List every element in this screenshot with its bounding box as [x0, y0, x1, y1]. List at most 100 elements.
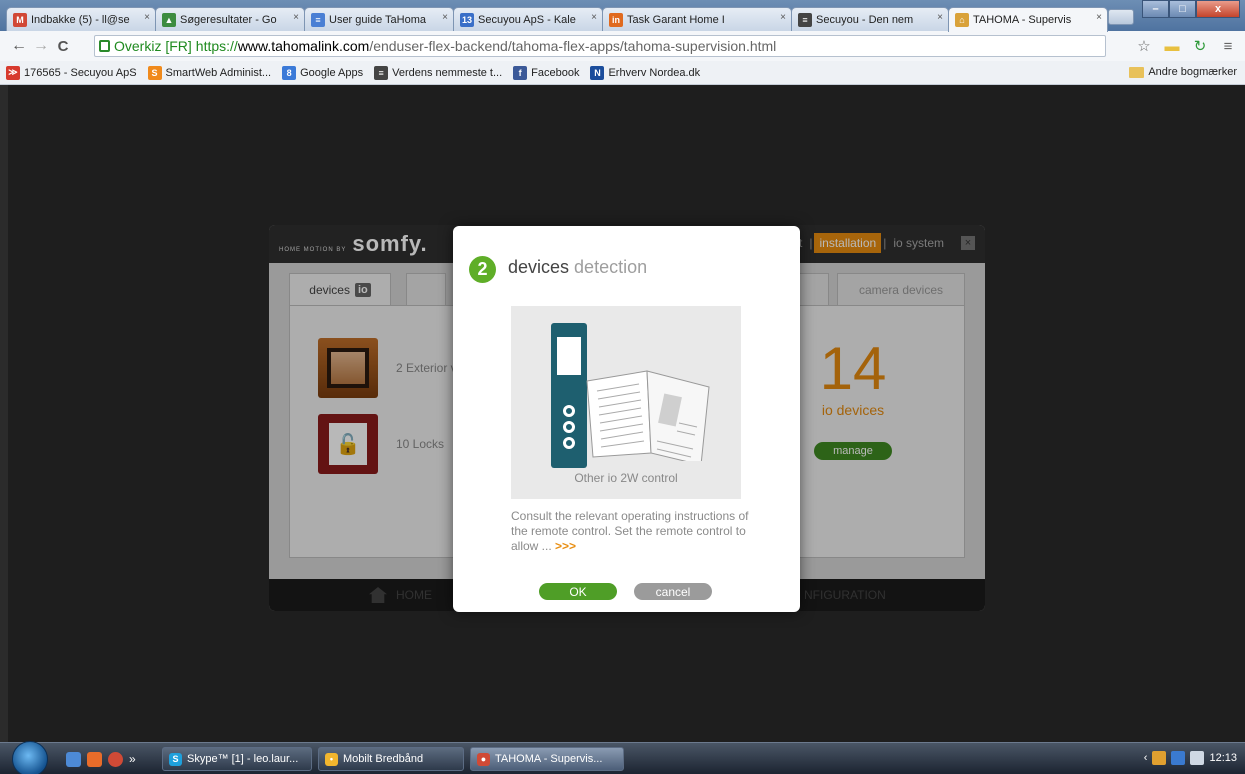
taskbar-button[interactable]: • Mobilt Bredbånd: [318, 747, 464, 771]
cancel-button[interactable]: cancel: [634, 583, 712, 600]
tab-label: Secuyou - Den nem: [816, 13, 914, 26]
close-window-button[interactable]: x: [1196, 0, 1240, 18]
bookmark-star-icon[interactable]: ☆: [1135, 37, 1153, 55]
clock[interactable]: 12:13: [1209, 752, 1237, 764]
show-desktop-icon[interactable]: [66, 752, 81, 767]
google-apps-icon: 8: [282, 65, 297, 80]
tab-label: Secuyou ApS - Kale: [478, 13, 576, 26]
calendar-icon: 13: [460, 12, 474, 27]
bookmark-item[interactable]: f Facebook: [513, 65, 580, 80]
new-tab-button[interactable]: [1108, 9, 1134, 25]
bookmark-item[interactable]: ≫ 176565 - Secuyou ApS: [6, 65, 137, 80]
tab-label: User guide TaHoma: [329, 13, 427, 26]
tray-network-icon[interactable]: [1152, 751, 1167, 765]
tab-close-icon[interactable]: ×: [780, 12, 786, 23]
windows-taskbar: » S Skype™ [1] - leo.laur... • Mobilt Bredb…: [0, 741, 1245, 774]
extension-icon[interactable]: ▬: [1163, 37, 1181, 55]
dialog-instructions: Consult the relevant operating instructi…: [511, 509, 751, 554]
system-tray: ‹ 12:13: [1144, 751, 1237, 765]
bookmarks-bar: ≫ 176565 - Secuyou ApS S SmartWeb Administ.…: [0, 61, 1245, 85]
tab-close-icon[interactable]: ×: [144, 12, 150, 23]
url-scheme: https://: [195, 38, 238, 54]
taskbar-label: Skype™ [1] - leo.laur...: [187, 753, 299, 765]
browser-tab[interactable]: 13 Secuyou ApS - Kale ×: [453, 7, 603, 31]
browser-tab[interactable]: ≡ User guide TaHoma ×: [304, 7, 454, 31]
minimize-button[interactable]: –: [1142, 0, 1169, 18]
browser-tab[interactable]: ▲ Søgeresultater - Go ×: [155, 7, 305, 31]
tab-label: Indbakke (5) - ll@se: [31, 13, 130, 26]
maximize-button[interactable]: □: [1169, 0, 1196, 18]
browser-toolbar: ← → C Overkiz [FR] https://www.tahomalin…: [0, 31, 1245, 61]
back-button[interactable]: ←: [8, 37, 30, 55]
tab-close-icon[interactable]: ×: [937, 12, 943, 23]
window-controls: – □ x: [1142, 0, 1240, 18]
manual-book-icon: [586, 370, 710, 461]
browser-tab[interactable]: ≡ Secuyou - Den nem ×: [791, 7, 949, 31]
chrome-icon[interactable]: [108, 752, 123, 767]
address-bar[interactable]: Overkiz [FR] https://www.tahomalink.com /…: [94, 35, 1106, 57]
bookmark-item[interactable]: 8 Google Apps: [282, 65, 364, 80]
bookmark-label: 176565 - Secuyou ApS: [24, 66, 137, 79]
other-bookmarks[interactable]: Andre bogmærker: [1129, 66, 1237, 78]
reload-button[interactable]: C: [52, 38, 74, 55]
tab-close-icon[interactable]: ×: [591, 12, 597, 23]
page-viewport: HOME MOTION BY somfy. t | installation |…: [8, 85, 1245, 742]
browser-tab[interactable]: in Task Garant Home I ×: [602, 7, 792, 31]
task-icon: in: [609, 12, 623, 27]
bookmark-label: Verdens nemmeste t...: [392, 66, 503, 79]
dialog-title: devices detection: [508, 257, 647, 278]
bookmark-label: Facebook: [531, 66, 580, 79]
secuyou-icon: ≫: [6, 65, 20, 80]
refresh-extension-icon[interactable]: ↻: [1191, 37, 1209, 55]
bookmark-item[interactable]: S SmartWeb Administ...: [147, 65, 272, 80]
browser-tabstrip: M Indbakke (5) - ll@se × ▲ Søgeresultater - …: [0, 0, 1245, 32]
skype-icon: S: [169, 752, 182, 766]
read-more-link[interactable]: >>>: [555, 539, 576, 553]
devices-detection-dialog: 2 devices detection Other io 2W control …: [453, 226, 800, 612]
start-button[interactable]: [12, 741, 48, 774]
chrome-icon: ●: [477, 752, 490, 766]
page-icon: ≡: [374, 65, 389, 80]
taskbar-button[interactable]: S Skype™ [1] - leo.laur...: [162, 747, 312, 771]
browser-tab[interactable]: M Indbakke (5) - ll@se ×: [6, 7, 156, 31]
url-path: /enduser-flex-backend/tahoma-flex-apps/t…: [369, 38, 777, 54]
tab-label: Søgeresultater - Go: [180, 13, 277, 26]
tray-app-icon[interactable]: [1171, 751, 1186, 765]
taskbar-label: TAHOMA - Supervis...: [495, 753, 603, 765]
forward-button[interactable]: →: [30, 37, 52, 55]
ev-certificate-label: Overkiz [FR]: [114, 38, 192, 54]
tab-close-icon[interactable]: ×: [1096, 12, 1102, 23]
url-host: www.tahomalink.com: [237, 38, 370, 54]
illustration-caption: Other io 2W control: [574, 471, 678, 485]
taskbar-button[interactable]: ● TAHOMA - Supervis...: [470, 747, 624, 771]
dialog-title-soft: detection: [574, 257, 648, 277]
other-bookmarks-label: Andre bogmærker: [1148, 66, 1237, 78]
taskbar-label: Mobilt Bredbånd: [343, 753, 424, 765]
bookmark-item[interactable]: N Erhverv Nordea.dk: [590, 65, 701, 80]
tab-close-icon[interactable]: ×: [293, 12, 299, 23]
browser-tab[interactable]: ⌂ TAHOMA - Supervis ×: [948, 7, 1108, 32]
page-icon: ≡: [798, 12, 812, 27]
bookmark-label: SmartWeb Administ...: [165, 66, 272, 79]
drive-icon: ▲: [162, 12, 176, 27]
firefox-icon[interactable]: [87, 752, 102, 767]
bookmark-item[interactable]: ≡ Verdens nemmeste t...: [374, 65, 503, 80]
folder-icon: [1129, 66, 1145, 78]
menu-icon[interactable]: ≡: [1219, 37, 1237, 55]
docs-icon: ≡: [311, 12, 325, 27]
lock-icon: [99, 40, 110, 52]
tray-expand-icon[interactable]: ‹: [1144, 752, 1148, 764]
bookmark-label: Google Apps: [300, 66, 364, 79]
nordea-icon: N: [590, 65, 605, 80]
mobile-broadband-icon: •: [325, 752, 338, 766]
tab-close-icon[interactable]: ×: [442, 12, 448, 23]
smartweb-icon: S: [147, 65, 162, 80]
remote-illustration: Other io 2W control: [511, 306, 741, 499]
more-quicklaunch-icon[interactable]: »: [129, 752, 136, 767]
ok-button[interactable]: OK: [539, 583, 617, 600]
somfy-icon: ⌂: [955, 13, 969, 27]
dialog-title-main: devices: [508, 257, 570, 277]
step-badge: 2: [469, 256, 496, 283]
tray-volume-icon[interactable]: [1190, 751, 1205, 765]
bookmark-label: Erhverv Nordea.dk: [608, 66, 701, 79]
